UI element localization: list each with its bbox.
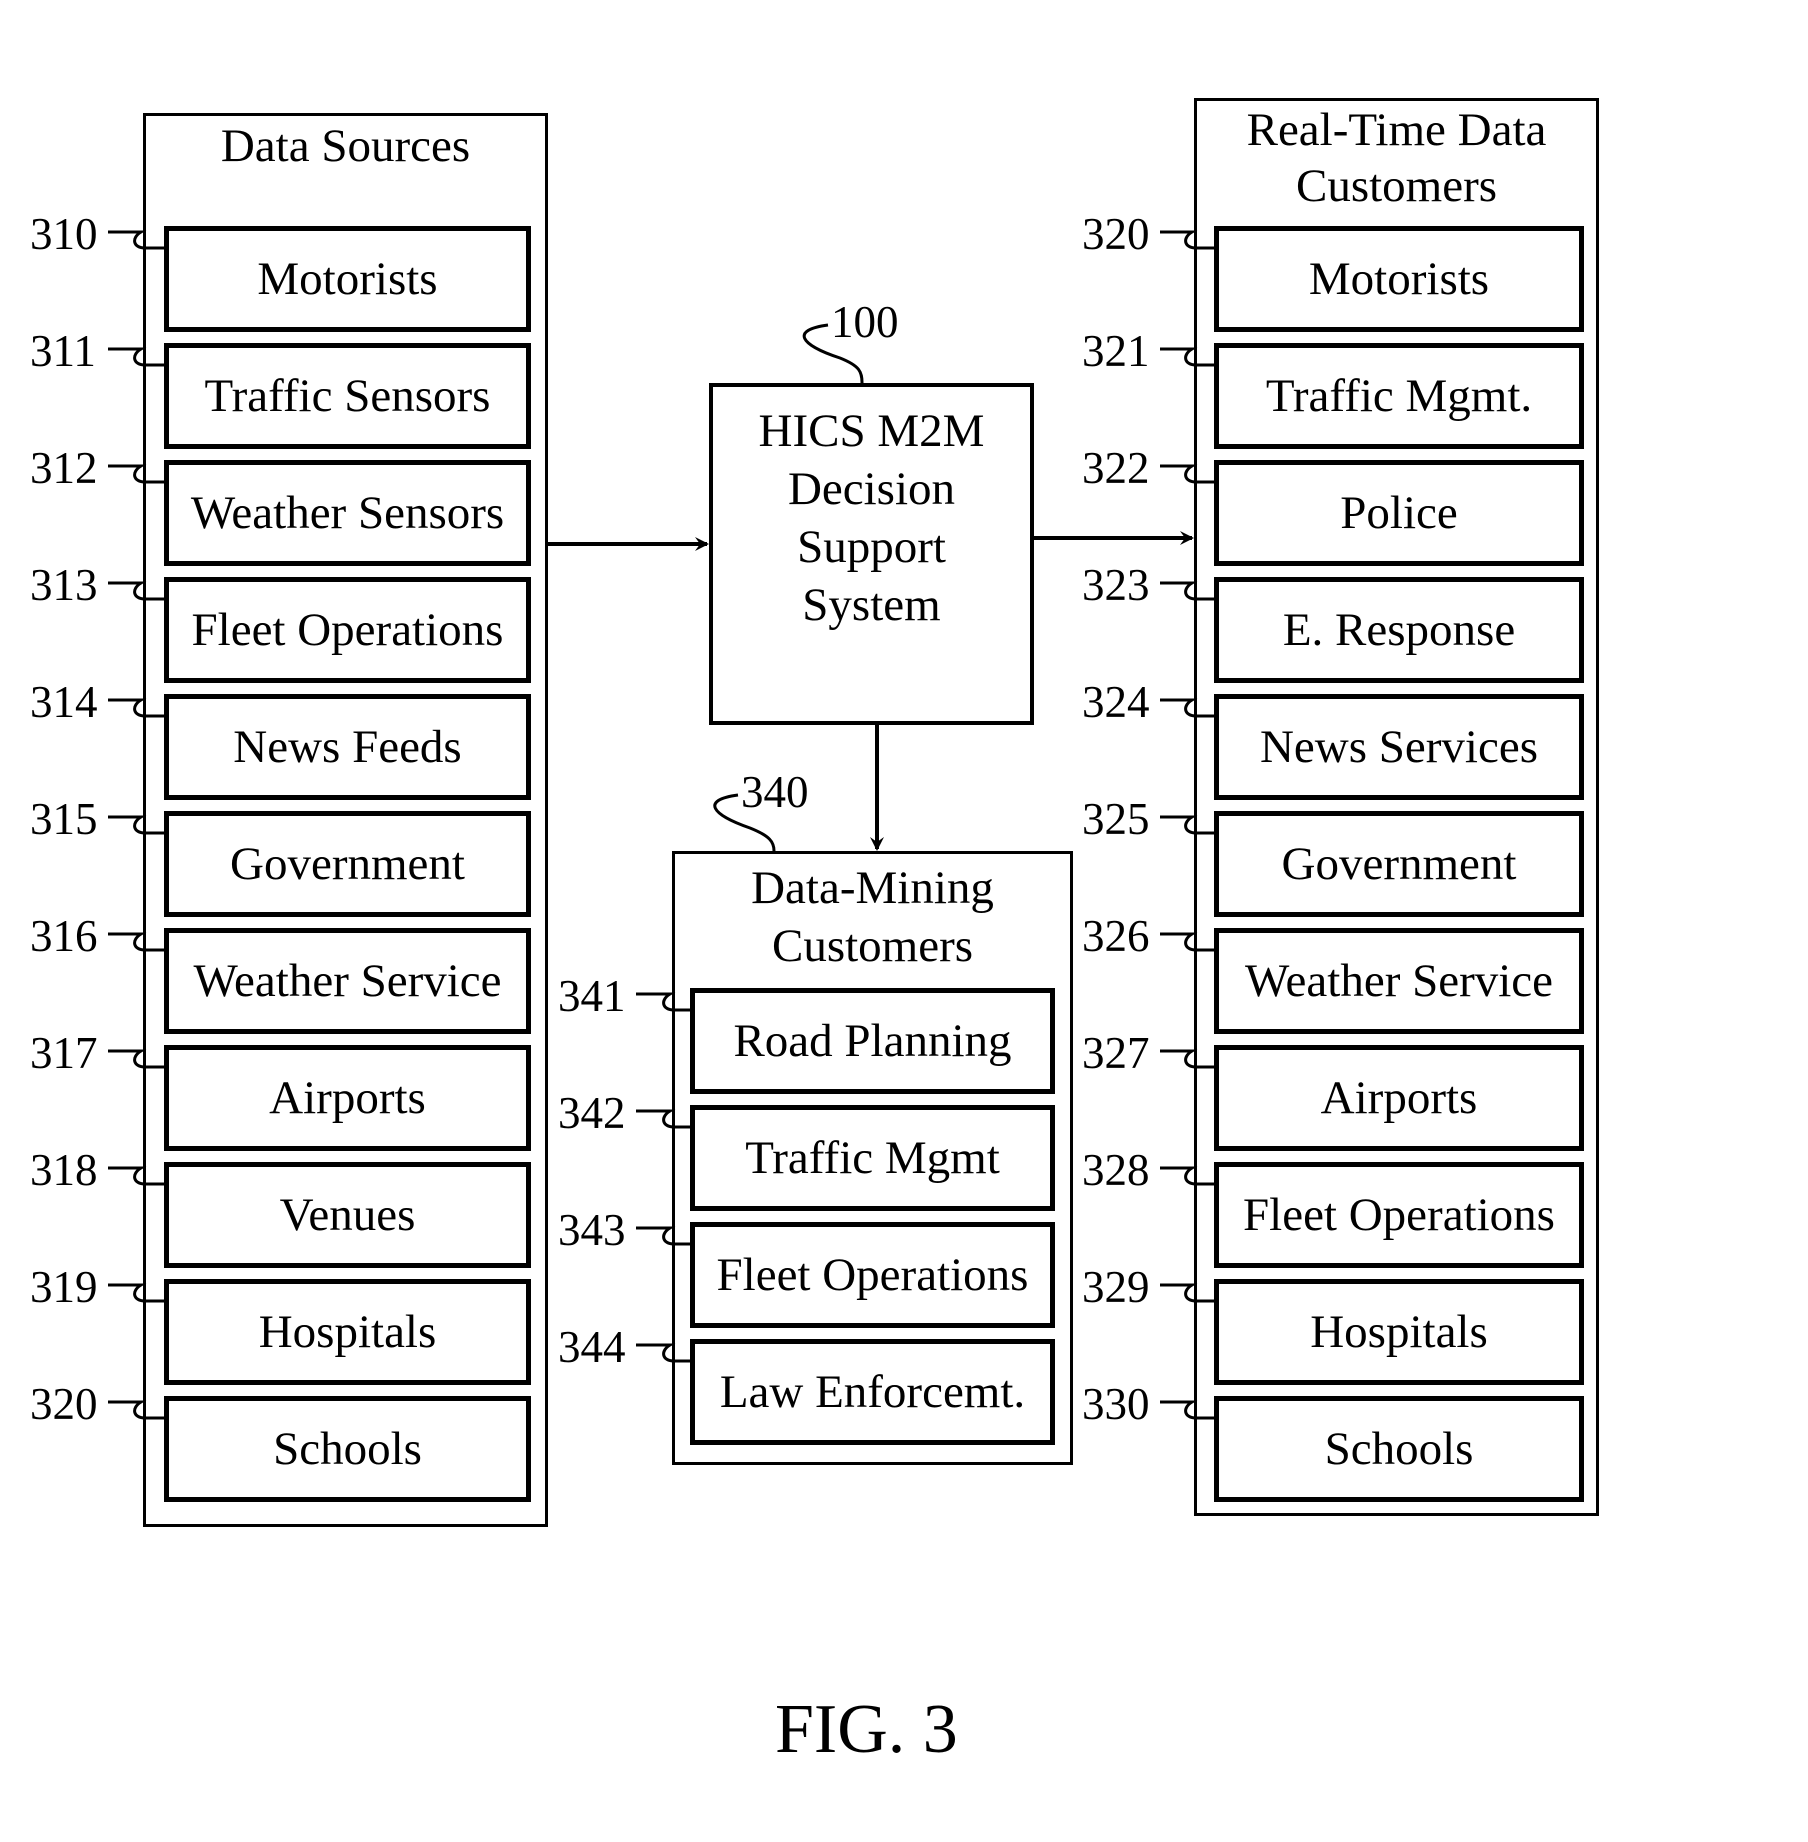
data_mining-ref-leader-line: [636, 992, 690, 1012]
data_sources-ref-leader-line: [108, 932, 164, 952]
data_sources-ref-leader-line: [108, 1166, 164, 1186]
data_mining-ref-leader-line: [636, 1109, 690, 1129]
data_mining-ref-leader-line: [636, 1226, 690, 1246]
figure-label: FIG. 3: [775, 1691, 958, 1768]
realtime-ref-leader-line: [1160, 932, 1214, 952]
hics-ref-leader: [802, 323, 864, 384]
realtime-ref-leader-line: [1160, 464, 1214, 484]
realtime-ref-leader-line: [1160, 815, 1214, 835]
data_sources-ref-leader-line: [108, 1400, 164, 1420]
data_sources-ref-leader-line: [108, 581, 164, 601]
realtime-ref-leader-line: [1160, 1283, 1214, 1303]
realtime-ref-leader-line: [1160, 1166, 1214, 1186]
realtime-ref-leader-line: [1160, 230, 1214, 250]
realtime-ref-leader-line: [1160, 698, 1214, 718]
data_sources-ref-leader-line: [108, 464, 164, 484]
realtime-ref-leader-line: [1160, 347, 1214, 367]
connector-overlay: [108, 230, 1214, 1420]
data_sources-ref-leader-line: [108, 347, 164, 367]
data_sources-ref-leader-line: [108, 1049, 164, 1069]
realtime-ref-leader-line: [1160, 1400, 1214, 1420]
data_sources-ref-leader-line: [108, 815, 164, 835]
data_sources-ref-leader-line: [108, 698, 164, 718]
data_sources-ref-leader-line: [108, 1283, 164, 1303]
data_mining-ref-leader-line: [636, 1343, 690, 1363]
realtime-ref-leader-line: [1160, 1049, 1214, 1069]
data_sources-ref-leader-line: [108, 230, 164, 250]
realtime-ref-leader-line: [1160, 581, 1214, 601]
data-mining-ref-leader: [713, 793, 776, 852]
